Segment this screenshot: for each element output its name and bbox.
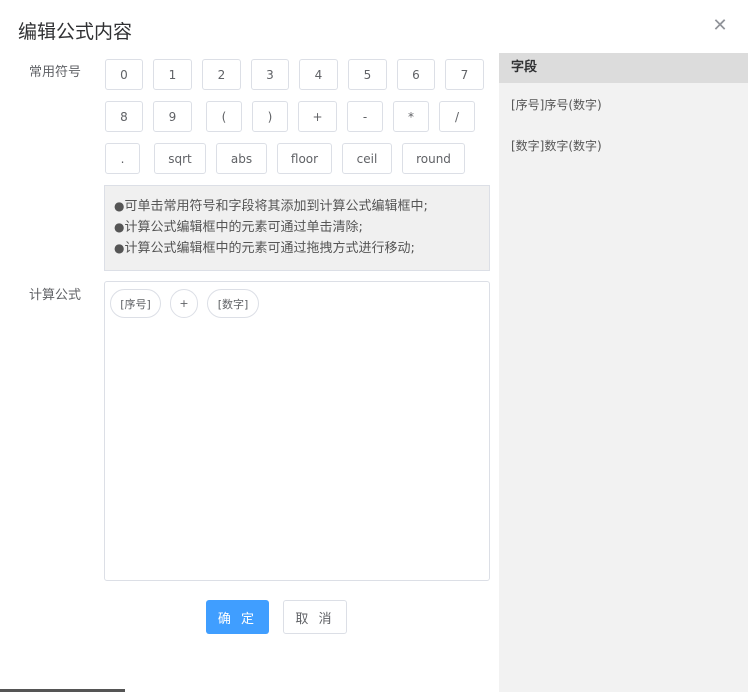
symbol-button-close-paren[interactable]: ) [252, 101, 288, 132]
tips-box: ●可单击常用符号和字段将其添加到计算公式编辑框中; ●计算公式编辑框中的元素可通… [104, 185, 490, 271]
symbol-button-sqrt[interactable]: sqrt [154, 143, 206, 174]
fields-panel-title: 字段 [499, 53, 748, 83]
confirm-button[interactable]: 确 定 [206, 600, 269, 634]
close-icon[interactable]: ✕ [711, 17, 729, 35]
formula-label: 计算公式 [29, 288, 82, 303]
field-item-serial[interactable]: [序号]序号(数字) [511, 96, 602, 113]
formula-editor[interactable]: [序号] + [数字] [104, 281, 490, 581]
formula-element-plus[interactable]: + [170, 289, 198, 318]
symbol-button-7[interactable]: 7 [445, 59, 484, 90]
formula-element-number[interactable]: [数字] [207, 289, 259, 318]
symbol-button-6[interactable]: 6 [397, 59, 435, 90]
symbol-button-minus[interactable]: - [347, 101, 383, 132]
symbol-button-floor[interactable]: floor [277, 143, 332, 174]
fields-panel: 字段 [序号]序号(数字) [数字]数字(数字) [499, 53, 748, 692]
symbol-button-round[interactable]: round [402, 143, 465, 174]
symbol-button-abs[interactable]: abs [216, 143, 267, 174]
symbol-button-2[interactable]: 2 [202, 59, 241, 90]
symbol-button-9[interactable]: 9 [153, 101, 192, 132]
symbol-button-ceil[interactable]: ceil [342, 143, 392, 174]
bullet-icon: ● [114, 220, 125, 234]
symbols-label: 常用符号 [29, 65, 82, 80]
symbol-button-8[interactable]: 8 [105, 101, 143, 132]
symbol-button-1[interactable]: 1 [153, 59, 192, 90]
symbol-button-3[interactable]: 3 [251, 59, 289, 90]
symbol-button-5[interactable]: 5 [348, 59, 387, 90]
symbol-button-dot[interactable]: . [105, 143, 140, 174]
dialog-title: 编辑公式内容 [18, 21, 133, 43]
symbol-button-multiply[interactable]: * [393, 101, 429, 132]
field-item-number[interactable]: [数字]数字(数字) [511, 137, 602, 154]
tip-line: ●计算公式编辑框中的元素可通过单击清除; [114, 220, 363, 235]
bullet-icon: ● [114, 241, 125, 255]
symbol-button-4[interactable]: 4 [299, 59, 338, 90]
symbol-button-open-paren[interactable]: ( [206, 101, 242, 132]
formula-dialog: 编辑公式内容 ✕ 常用符号 0 1 2 3 4 5 6 7 8 9 ( ) + … [0, 0, 748, 692]
symbol-button-divide[interactable]: / [439, 101, 475, 132]
formula-element-serial[interactable]: [序号] [110, 289, 161, 318]
cancel-button[interactable]: 取 消 [283, 600, 347, 634]
symbol-button-0[interactable]: 0 [105, 59, 143, 90]
bullet-icon: ● [114, 199, 125, 213]
tip-line: ●计算公式编辑框中的元素可通过拖拽方式进行移动; [114, 241, 415, 256]
tip-line: ●可单击常用符号和字段将其添加到计算公式编辑框中; [114, 199, 428, 214]
symbol-button-plus[interactable]: + [298, 101, 337, 132]
